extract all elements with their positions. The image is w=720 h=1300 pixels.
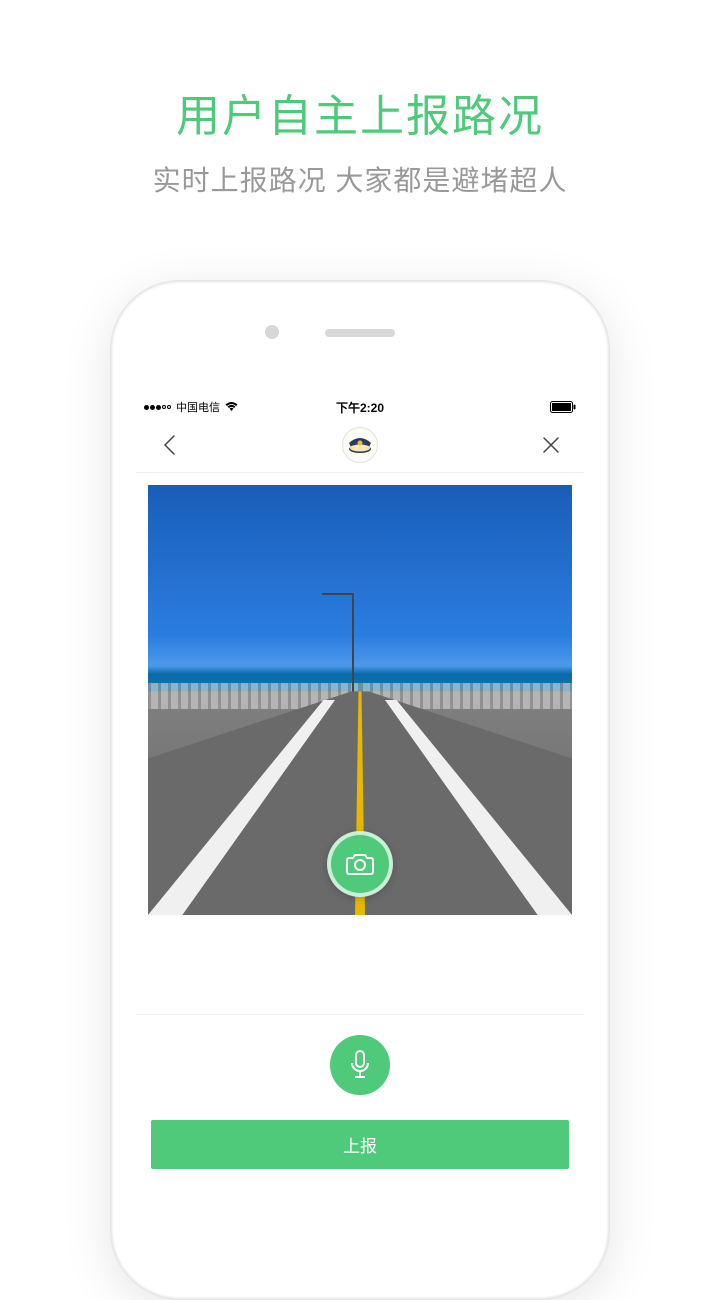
signal-strength-icon <box>144 405 171 410</box>
bottom-controls: 上报 <box>136 1014 584 1184</box>
phone-front-camera <box>265 325 279 339</box>
carrier-label: 中国电信 <box>176 399 220 415</box>
status-time: 下午2:20 <box>336 399 384 416</box>
battery-icon <box>550 401 576 413</box>
chevron-left-icon <box>162 434 176 456</box>
phone-speaker <box>325 329 395 337</box>
capture-photo-button[interactable] <box>327 831 393 897</box>
camera-icon <box>346 852 374 876</box>
microphone-icon <box>349 1050 371 1080</box>
wifi-icon <box>225 402 238 412</box>
voice-record-button[interactable] <box>330 1035 390 1095</box>
status-bar: 中国电信 下午2:20 <box>136 396 584 418</box>
status-bar-left: 中国电信 <box>144 399 238 415</box>
submit-report-button[interactable]: 上报 <box>151 1120 569 1169</box>
phone-device-frame: 中国电信 下午2:20 <box>110 280 610 1300</box>
marketing-subtitle: 实时上报路况 大家都是避堵超人 <box>0 159 720 199</box>
phone-screen: 中国电信 下午2:20 <box>136 396 584 1184</box>
police-cap-icon <box>347 435 373 455</box>
header-avatar[interactable] <box>342 427 378 463</box>
back-button[interactable] <box>154 430 184 460</box>
marketing-title: 用户自主上报路况 <box>0 80 720 144</box>
navigation-bar <box>136 418 584 473</box>
close-button[interactable] <box>536 430 566 460</box>
close-icon <box>542 436 560 454</box>
marketing-header: 用户自主上报路况 实时上报路况 大家都是避堵超人 <box>0 0 720 199</box>
photo-preview <box>148 485 572 915</box>
light-pole <box>352 593 354 705</box>
